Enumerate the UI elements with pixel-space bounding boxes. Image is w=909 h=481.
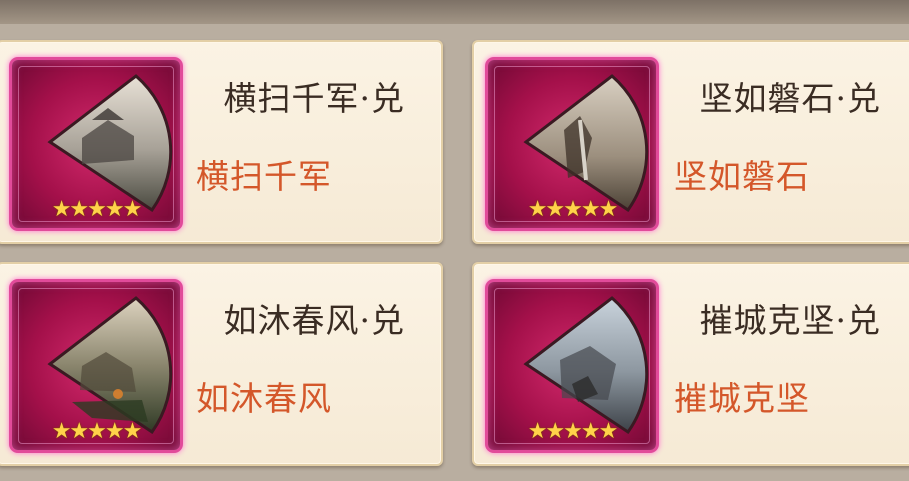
exchange-card-hengsao[interactable]: ★★★★★ 横扫千军·兑 横扫千军 (0, 40, 443, 244)
fan-siege-icon: ★★★★★ (488, 282, 656, 450)
star-rating: ★★★★★ (51, 419, 143, 444)
card-subtitle: 横扫千军 (196, 157, 332, 196)
fan-warrior-icon: ★★★★★ (488, 60, 656, 228)
exchange-card-rumu[interactable]: ★★★★★ 如沐春风·兑 如沐春风 (0, 262, 443, 466)
card-title: 如沐春风·兑 (223, 301, 405, 340)
star-rating: ★★★★★ (527, 197, 619, 222)
card-subtitle: 摧城克坚 (674, 379, 810, 418)
top-panel-edge (0, 0, 909, 24)
card-subtitle: 如沐春风 (196, 379, 332, 418)
card-title: 摧城克坚·兑 (699, 301, 881, 340)
exchange-card-jianru[interactable]: ★★★★★ 坚如磐石·兑 坚如磐石 (472, 40, 909, 244)
fan-palace-icon: ★★★★★ (12, 60, 180, 228)
star-rating: ★★★★★ (51, 197, 143, 222)
star-rating: ★★★★★ (527, 419, 619, 444)
fan-landscape-icon: ★★★★★ (12, 282, 180, 450)
exchange-card-cuicheng[interactable]: ★★★★★ 摧城克坚·兑 摧城克坚 (472, 262, 909, 466)
card-title: 坚如磐石·兑 (699, 79, 881, 118)
card-subtitle: 坚如磐石 (674, 157, 810, 196)
card-title: 横扫千军·兑 (223, 79, 405, 118)
